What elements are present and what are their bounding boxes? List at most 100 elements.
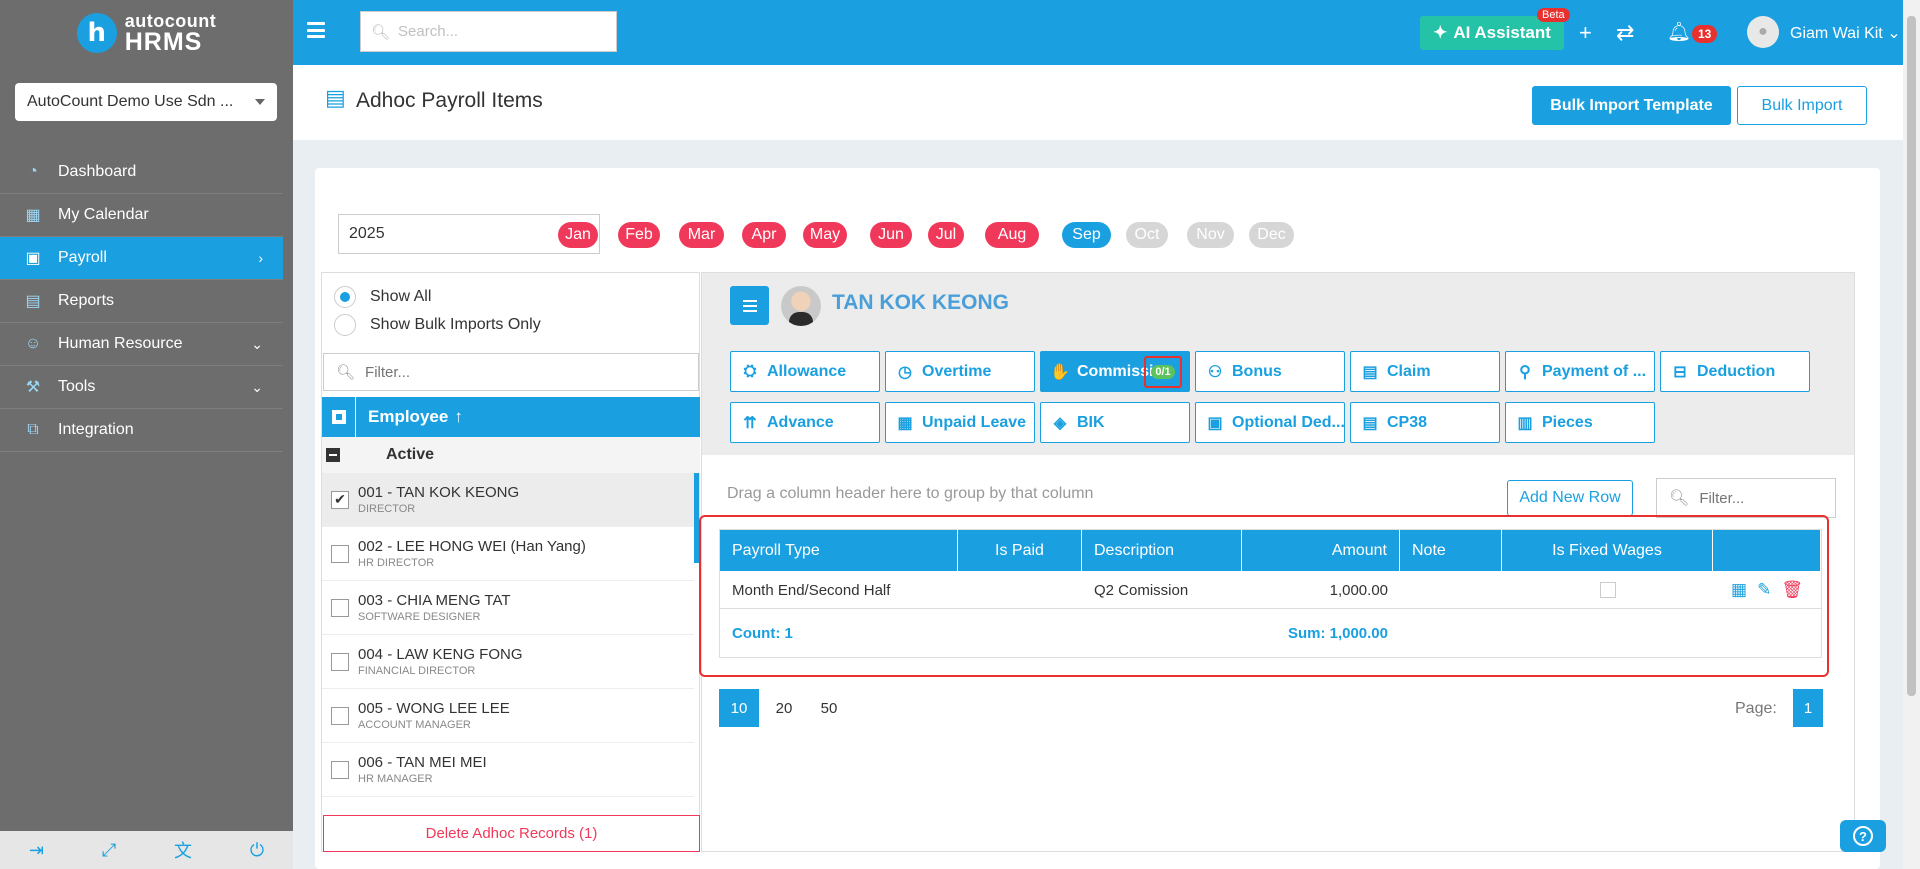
sidebar-item-my-calendar[interactable]: ▦ My Calendar — [0, 194, 283, 237]
user-menu[interactable]: Giam Wai Kit ⌄ — [1790, 23, 1901, 43]
category-label: Optional Ded... — [1232, 413, 1345, 431]
logout-icon[interactable]: ⇥ — [29, 840, 44, 861]
collapse-icon[interactable] — [326, 448, 340, 462]
select-all-checkbox[interactable] — [322, 397, 356, 437]
category-unpaid-leave[interactable]: ▦ Unpaid Leave — [885, 402, 1035, 443]
sidebar-item-human-resource[interactable]: ☺ Human Resource ⌄ — [0, 323, 283, 366]
employee-header-label: Employee — [368, 407, 449, 426]
row-checkbox[interactable] — [331, 544, 349, 563]
plus-icon[interactable]: + — [1579, 20, 1592, 46]
employee-row[interactable]: 003 - CHIA MENG TAT SOFTWARE DESIGNER — [322, 581, 694, 635]
sync-icon[interactable]: ⇄ — [1616, 20, 1634, 46]
month-apr[interactable]: Apr — [742, 222, 786, 248]
sort-arrow-icon[interactable]: ↑ — [454, 407, 463, 427]
integration-icon: ⧉ — [27, 421, 39, 438]
page-number-button[interactable]: 1 — [1793, 689, 1823, 727]
employee-row[interactable]: ✔ 001 - TAN KOK KEONG DIRECTOR — [322, 473, 694, 527]
add-new-row-button[interactable]: Add New Row — [1507, 480, 1633, 516]
document-icon: ▤ — [325, 85, 346, 110]
employee-row[interactable]: 002 - LEE HONG WEI (Han Yang) HR DIRECTOR — [322, 527, 694, 581]
sidebar-item-tools[interactable]: ⚒ Tools ⌄ — [0, 366, 283, 409]
radio-selected[interactable] — [334, 286, 356, 308]
group-row-active[interactable]: Active — [322, 437, 700, 473]
company-select[interactable]: AutoCount Demo Use Sdn ... — [15, 83, 277, 121]
pieces-icon: ▥ — [1517, 414, 1533, 432]
month-jul[interactable]: Jul — [928, 222, 964, 248]
row-checkbox[interactable] — [331, 598, 349, 617]
employee-row[interactable]: 004 - LAW KENG FONG FINANCIAL DIRECTOR — [322, 635, 694, 689]
search-input[interactable] — [398, 23, 599, 40]
month-dec[interactable]: Dec — [1249, 222, 1294, 248]
row-checkbox[interactable] — [331, 760, 349, 779]
user-avatar[interactable]: ● — [1747, 16, 1779, 48]
search-icon: 🔍︎ — [336, 364, 356, 381]
category-payment[interactable]: ⚲ Payment of ... — [1505, 351, 1655, 392]
month-mar[interactable]: Mar — [679, 222, 724, 248]
show-bulk-imports-option[interactable]: Show Bulk Imports Only — [334, 314, 541, 336]
bulk-import-button[interactable]: Bulk Import — [1737, 86, 1867, 125]
radio-unselected[interactable] — [334, 314, 356, 336]
employee-column-header[interactable]: Employee ↑ — [322, 397, 700, 437]
employee-row[interactable]: 005 - WONG LEE LEE ACCOUNT MANAGER — [322, 689, 694, 743]
category-bik[interactable]: ◈ BIK — [1040, 402, 1190, 443]
grid-filter-input[interactable] — [1699, 489, 1830, 507]
sidebar-item-payroll[interactable]: ▣ Payroll › — [0, 237, 283, 280]
category-allowance[interactable]: ⛭ Allowance — [730, 351, 880, 392]
employee-row[interactable]: 006 - TAN MEI MEI HR MANAGER — [322, 743, 694, 797]
page-scrollbar[interactable] — [1903, 0, 1920, 869]
power-icon[interactable]: ⏻ — [250, 840, 264, 861]
month-oct[interactable]: Oct — [1126, 222, 1168, 248]
delete-adhoc-records-button[interactable]: Delete Adhoc Records (1) — [323, 815, 700, 852]
page-size-50[interactable]: 50 — [809, 689, 849, 727]
category-claim[interactable]: ▤ Claim — [1350, 351, 1500, 392]
detail-menu-button[interactable] — [730, 286, 769, 325]
employee-filter[interactable]: 🔍︎ — [323, 353, 699, 391]
brand-logo[interactable]: h autocount HRMS — [0, 0, 293, 66]
sidebar-item-label: Dashboard — [58, 163, 137, 180]
category-overtime[interactable]: ◷ Overtime — [885, 351, 1035, 392]
row-checkbox[interactable]: ✔ — [331, 490, 349, 509]
row-checkbox[interactable] — [331, 652, 349, 671]
beta-badge: Beta — [1537, 8, 1570, 22]
fullscreen-icon[interactable]: ⤢ — [102, 840, 116, 861]
hamburger-menu-icon[interactable] — [307, 22, 325, 38]
category-cp38[interactable]: ▤ CP38 — [1350, 402, 1500, 443]
category-pieces[interactable]: ▥ Pieces — [1505, 402, 1655, 443]
sidebar-item-integration[interactable]: ⧉ Integration — [0, 409, 283, 452]
translate-icon[interactable]: 文 — [174, 837, 192, 863]
show-all-option[interactable]: Show All — [334, 286, 431, 308]
category-label: Pieces — [1542, 413, 1593, 431]
scrollbar-thumb[interactable] — [1907, 16, 1916, 696]
human-resource-icon: ☺ — [24, 335, 42, 352]
employee-role: DIRECTOR — [358, 503, 416, 515]
month-feb[interactable]: Feb — [618, 222, 660, 248]
page-label: Page: — [1735, 700, 1777, 717]
month-may[interactable]: May — [803, 222, 847, 248]
row-checkbox[interactable] — [331, 706, 349, 725]
month-jun[interactable]: Jun — [870, 222, 912, 248]
category-label: Unpaid Leave — [922, 413, 1027, 431]
category-advance[interactable]: ⇈ Advance — [730, 402, 880, 443]
category-label: Bonus — [1232, 362, 1282, 380]
month-aug[interactable]: Aug — [985, 222, 1039, 248]
employee-filter-input[interactable] — [365, 363, 666, 381]
dashboard-icon: ◔ — [28, 163, 38, 180]
employee-avatar — [781, 286, 821, 326]
category-deduction[interactable]: ⊟ Deduction — [1660, 351, 1810, 392]
sidebar-item-reports[interactable]: ▤ Reports — [0, 280, 283, 323]
global-search[interactable]: 🔍︎ — [360, 11, 617, 52]
category-bonus[interactable]: ⚇ Bonus — [1195, 351, 1345, 392]
month-sep[interactable]: Sep — [1062, 222, 1111, 248]
sidebar-item-dashboard[interactable]: ◔ Dashboard — [0, 151, 283, 194]
employee-row[interactable]: 007 - CHIN YUEN YUEN (Jowie) — [322, 797, 694, 809]
month-jan[interactable]: Jan — [558, 222, 598, 248]
page-size-10[interactable]: 10 — [719, 689, 759, 727]
category-optional-deduction[interactable]: ▣ Optional Ded... — [1195, 402, 1345, 443]
help-button[interactable]: ? — [1840, 820, 1886, 852]
month-nov[interactable]: Nov — [1187, 222, 1234, 248]
grid-filter[interactable]: 🔍︎ — [1656, 478, 1836, 518]
logo-mark: h — [76, 13, 117, 53]
bulk-import-template-button[interactable]: Bulk Import Template — [1532, 86, 1731, 125]
bell-icon[interactable]: 🔔︎ — [1667, 20, 1691, 44]
page-size-20[interactable]: 20 — [764, 689, 804, 727]
